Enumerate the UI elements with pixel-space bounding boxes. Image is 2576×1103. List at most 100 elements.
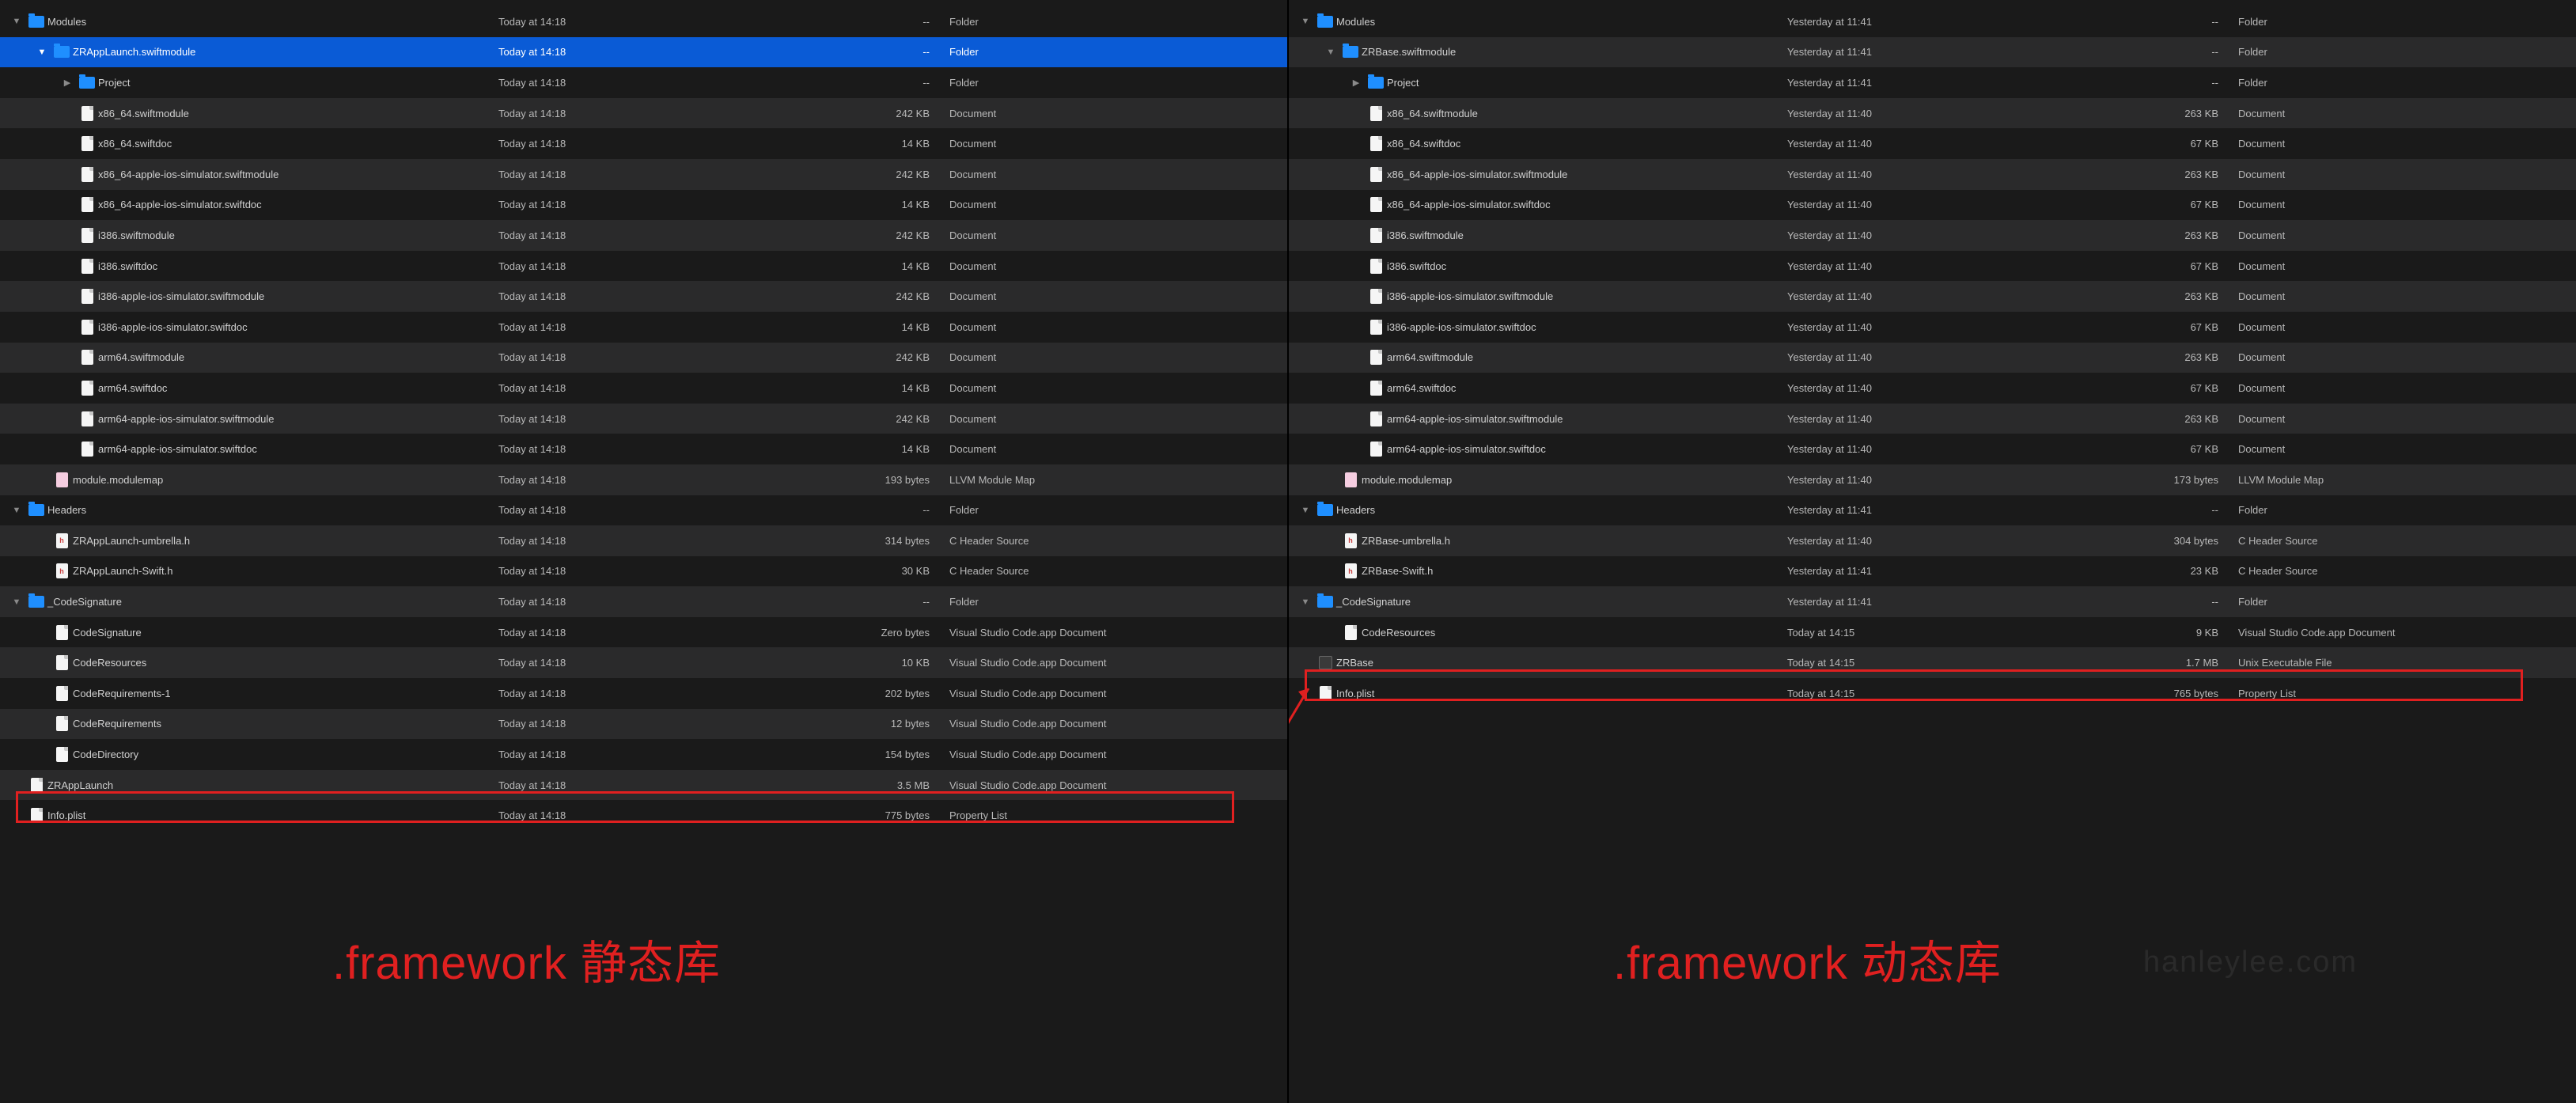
date-modified: Today at 14:15 <box>1787 688 2080 699</box>
file-row[interactable]: ▼ZRBase.swiftmoduleYesterday at 11:41--F… <box>1289 37 2576 68</box>
file-row[interactable]: x86_64.swiftdocToday at 14:1814 KBDocume… <box>0 128 1287 159</box>
file-row[interactable]: ▼ModulesYesterday at 11:41--Folder <box>1289 6 2576 37</box>
file-row[interactable]: ▼HeadersToday at 14:18--Folder <box>0 495 1287 526</box>
file-size: 242 KB <box>791 229 949 241</box>
file-size: 14 KB <box>791 138 949 150</box>
file-row[interactable]: i386-apple-ios-simulator.swiftdocYesterd… <box>1289 312 2576 343</box>
file-row[interactable]: arm64.swiftmoduleYesterday at 11:40263 K… <box>1289 343 2576 373</box>
file-size: 173 bytes <box>2080 474 2238 486</box>
file-row[interactable]: ▼_CodeSignatureYesterday at 11:41--Folde… <box>1289 586 2576 617</box>
file-kind: Document <box>2238 321 2560 333</box>
chevron-right-icon[interactable]: ▶ <box>59 78 76 88</box>
date-modified: Today at 14:18 <box>498 382 791 394</box>
file-name: arm64-apple-ios-simulator.swiftdoc <box>98 443 257 455</box>
file-name: Headers <box>1336 504 1375 516</box>
file-size: 263 KB <box>2080 229 2238 241</box>
file-row[interactable]: Info.plistToday at 14:15765 bytesPropert… <box>1289 678 2576 709</box>
file-row[interactable]: ▶ProjectYesterday at 11:41--Folder <box>1289 67 2576 98</box>
chevron-right-icon[interactable]: ▶ <box>1347 78 1365 88</box>
file-kind: C Header Source <box>2238 565 2560 577</box>
file-row[interactable]: ▼_CodeSignatureToday at 14:18--Folder <box>0 586 1287 617</box>
file-row[interactable]: module.modulemapYesterday at 11:40173 by… <box>1289 464 2576 495</box>
file-row[interactable]: ZRAppLaunchToday at 14:183.5 MBVisual St… <box>0 770 1287 801</box>
chevron-down-icon[interactable]: ▼ <box>33 47 51 57</box>
file-kind: Document <box>2238 138 2560 150</box>
file-kind: Document <box>949 290 1271 302</box>
file-row[interactable]: i386-apple-ios-simulator.swiftmoduleYest… <box>1289 281 2576 312</box>
file-name: Modules <box>1336 16 1375 28</box>
file-row[interactable]: CodeDirectoryToday at 14:18154 bytesVisu… <box>0 739 1287 770</box>
file-row[interactable]: x86_64.swiftmoduleYesterday at 11:40263 … <box>1289 98 2576 129</box>
file-row[interactable]: arm64-apple-ios-simulator.swiftdocYester… <box>1289 434 2576 464</box>
file-row[interactable]: ZRBaseToday at 14:151.7 MBUnix Executabl… <box>1289 647 2576 678</box>
file-row[interactable]: arm64.swiftdocToday at 14:1814 KBDocumen… <box>0 373 1287 404</box>
document-icon <box>1314 686 1336 701</box>
file-size: -- <box>791 16 949 28</box>
file-row[interactable]: module.modulemapToday at 14:18193 bytesL… <box>0 464 1287 495</box>
file-row[interactable]: ▼ModulesToday at 14:18--Folder <box>0 6 1287 37</box>
name-cell: x86_64-apple-ios-simulator.swiftdoc <box>1297 197 1787 212</box>
file-row[interactable]: arm64.swiftdocYesterday at 11:4067 KBDoc… <box>1289 373 2576 404</box>
file-row[interactable]: CodeResourcesToday at 14:1810 KBVisual S… <box>0 647 1287 678</box>
file-row[interactable]: ▼ZRAppLaunch.swiftmoduleToday at 14:18--… <box>0 37 1287 68</box>
file-row[interactable]: i386-apple-ios-simulator.swiftmoduleToda… <box>0 281 1287 312</box>
file-row[interactable]: i386.swiftdocYesterday at 11:4067 KBDocu… <box>1289 251 2576 282</box>
document-icon <box>1365 289 1387 304</box>
file-row[interactable]: hZRBase-umbrella.hYesterday at 11:40304 … <box>1289 525 2576 556</box>
document-icon <box>1365 442 1387 457</box>
date-modified: Today at 14:18 <box>498 718 791 730</box>
file-row[interactable]: hZRBase-Swift.hYesterday at 11:4123 KBC … <box>1289 556 2576 587</box>
date-modified: Today at 14:18 <box>498 504 791 516</box>
file-row[interactable]: arm64.swiftmoduleToday at 14:18242 KBDoc… <box>0 343 1287 373</box>
file-row[interactable]: ▼HeadersYesterday at 11:41--Folder <box>1289 495 2576 526</box>
file-row[interactable]: x86_64-apple-ios-simulator.swiftdocToday… <box>0 190 1287 221</box>
chevron-down-icon[interactable]: ▼ <box>8 17 25 26</box>
file-kind: Document <box>949 260 1271 272</box>
file-row[interactable]: i386.swiftmoduleYesterday at 11:40263 KB… <box>1289 220 2576 251</box>
file-row[interactable]: i386.swiftdocToday at 14:1814 KBDocument <box>0 251 1287 282</box>
file-row[interactable]: x86_64-apple-ios-simulator.swiftmoduleTo… <box>0 159 1287 190</box>
document-icon <box>1365 228 1387 243</box>
file-kind: Visual Studio Code.app Document <box>949 718 1271 730</box>
file-kind: Folder <box>949 596 1271 608</box>
file-row[interactable]: i386-apple-ios-simulator.swiftdocToday a… <box>0 312 1287 343</box>
file-size: 263 KB <box>2080 169 2238 180</box>
document-icon <box>76 136 98 151</box>
chevron-down-icon[interactable]: ▼ <box>8 506 25 515</box>
name-cell: i386-apple-ios-simulator.swiftdoc <box>8 320 498 335</box>
name-cell: i386.swiftdoc <box>8 259 498 274</box>
file-row[interactable]: ▶ProjectToday at 14:18--Folder <box>0 67 1287 98</box>
date-modified: Today at 14:18 <box>498 596 791 608</box>
file-row[interactable]: x86_64-apple-ios-simulator.swiftdocYeste… <box>1289 190 2576 221</box>
file-kind: Folder <box>2238 504 2560 516</box>
file-size: 263 KB <box>2080 413 2238 425</box>
file-name: i386-apple-ios-simulator.swiftdoc <box>1387 321 1536 333</box>
chevron-down-icon[interactable]: ▼ <box>1297 506 1314 515</box>
file-row[interactable]: arm64-apple-ios-simulator.swiftmoduleTod… <box>0 404 1287 434</box>
file-row[interactable]: CodeRequirements-1Today at 14:18202 byte… <box>0 678 1287 709</box>
file-row[interactable]: i386.swiftmoduleToday at 14:18242 KBDocu… <box>0 220 1287 251</box>
chevron-down-icon[interactable]: ▼ <box>1297 597 1314 607</box>
file-row[interactable]: CodeResourcesToday at 14:159 KBVisual St… <box>1289 617 2576 648</box>
file-row[interactable]: x86_64.swiftdocYesterday at 11:4067 KBDo… <box>1289 128 2576 159</box>
file-row[interactable]: hZRAppLaunch-umbrella.hToday at 14:18314… <box>0 525 1287 556</box>
file-row[interactable]: arm64-apple-ios-simulator.swiftmoduleYes… <box>1289 404 2576 434</box>
file-kind: Visual Studio Code.app Document <box>949 627 1271 639</box>
file-list-left[interactable]: ▼ModulesToday at 14:18--Folder▼ZRAppLaun… <box>0 0 1287 831</box>
chevron-down-icon[interactable]: ▼ <box>8 597 25 607</box>
file-row[interactable]: arm64-apple-ios-simulator.swiftdocToday … <box>0 434 1287 464</box>
file-name: i386.swiftdoc <box>98 260 157 272</box>
file-row[interactable]: CodeRequirementsToday at 14:1812 bytesVi… <box>0 709 1287 740</box>
file-row[interactable]: x86_64-apple-ios-simulator.swiftmoduleYe… <box>1289 159 2576 190</box>
file-name: Info.plist <box>1336 688 1374 699</box>
chevron-down-icon[interactable]: ▼ <box>1297 17 1314 26</box>
file-row[interactable]: hZRAppLaunch-Swift.hToday at 14:1830 KBC… <box>0 556 1287 587</box>
file-row[interactable]: Info.plistToday at 14:18775 bytesPropert… <box>0 800 1287 831</box>
file-name: i386.swiftdoc <box>1387 260 1446 272</box>
file-row[interactable]: CodeSignatureToday at 14:18Zero bytesVis… <box>0 617 1287 648</box>
file-row[interactable]: x86_64.swiftmoduleToday at 14:18242 KBDo… <box>0 98 1287 129</box>
file-kind: Property List <box>949 809 1271 821</box>
file-list-right[interactable]: ▼ModulesYesterday at 11:41--Folder▼ZRBas… <box>1289 0 2576 709</box>
chevron-down-icon[interactable]: ▼ <box>1322 47 1339 57</box>
modulemap-icon <box>51 472 73 487</box>
